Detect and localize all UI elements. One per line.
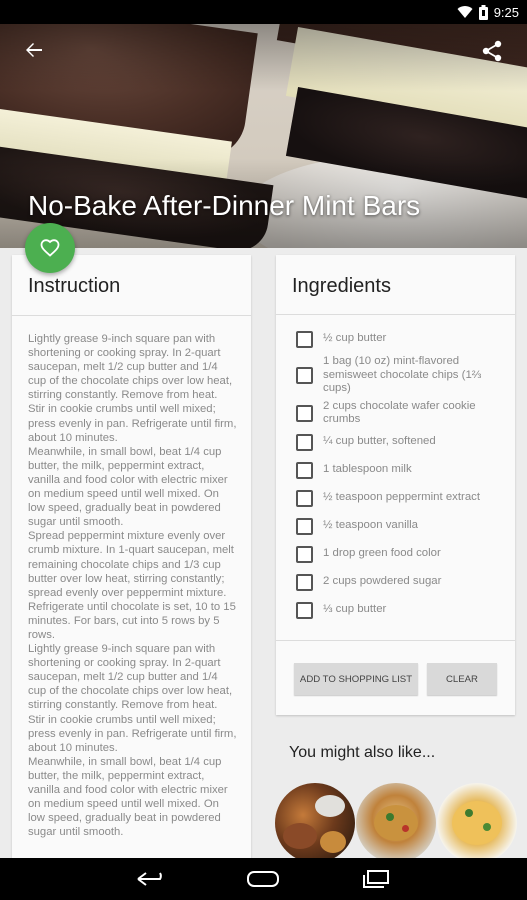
ingredient-checkbox[interactable] [296,601,313,619]
navigation-bar [0,858,527,900]
status-bar: 9:25 [0,0,527,24]
heart-icon [40,239,60,257]
ingredient-item[interactable]: ½ teaspoon vanilla [296,512,505,540]
ingredient-item[interactable]: 1 tablespoon milk [296,456,505,484]
status-time: 9:25 [493,4,519,20]
share-button[interactable] [481,40,505,64]
ingredient-checkbox[interactable] [296,461,313,479]
battery-icon [478,4,488,20]
ingredient-checkbox[interactable] [296,367,313,384]
ingredient-checkbox[interactable] [296,330,313,348]
ingredient-item[interactable]: 2 cups powdered sugar [296,568,505,596]
ingredient-checkbox[interactable] [296,433,313,451]
nav-back-icon[interactable] [136,870,168,888]
ingredient-label: ¼ cup butter, softened [323,435,436,448]
suggestion-thumbnail-1[interactable] [275,783,355,863]
ingredient-item[interactable]: 2 cups chocolate wafer cookie crumbs [296,398,505,428]
share-icon [482,40,502,62]
ingredients-card: Ingredients ½ cup butter 1 bag (10 oz) m… [276,255,515,715]
favorite-button[interactable] [25,223,75,273]
ingredient-checkbox[interactable] [296,545,313,563]
ingredient-checkbox[interactable] [296,573,313,591]
wifi-icon [457,6,473,19]
nav-recents-icon[interactable] [362,870,390,888]
suggestions-heading: You might also like... [289,744,436,761]
suggestion-thumbnail-3[interactable] [437,783,517,863]
ingredient-checkbox[interactable] [296,517,313,535]
instruction-card: Instruction Lightly grease 9-inch square… [12,255,251,858]
ingredients-heading: Ingredients [292,275,391,297]
ingredient-checkbox[interactable] [296,404,313,422]
ingredients-list: ½ cup butter 1 bag (10 oz) mint-flavored… [276,315,515,624]
ingredient-label: 1 bag (10 oz) mint-flavored semisweet ch… [323,355,482,395]
ingredient-item[interactable]: ⅓ cup butter [296,596,505,624]
ingredient-label: 2 cups chocolate wafer cookie crumbs [323,399,476,426]
ingredient-label: ⅓ cup butter [323,603,387,616]
ingredient-label: ½ cup butter [323,332,387,345]
ingredient-label: 1 drop green food color [323,547,441,560]
arrow-back-icon [26,43,42,57]
recipe-title: No-Bake After-Dinner Mint Bars [28,190,421,221]
ingredients-actions: ADD TO SHOPPING LIST CLEAR [276,640,515,716]
ingredient-label: ½ teaspoon peppermint extract [323,491,481,504]
ingredient-item[interactable]: ¼ cup butter, softened [296,428,505,456]
status-icons: 9:25 [457,4,519,20]
ingredient-label: 2 cups powdered sugar [323,575,442,588]
ingredient-checkbox[interactable] [296,489,313,507]
ingredient-item[interactable]: 1 bag (10 oz) mint-flavored semisweet ch… [296,353,505,398]
back-button[interactable] [22,40,46,64]
nav-home-icon[interactable] [246,869,280,889]
suggestion-thumbnail-2[interactable] [356,783,436,863]
ingredient-label: 1 tablespoon milk [323,463,412,476]
clear-button[interactable]: CLEAR [427,663,497,695]
ingredient-item[interactable]: ½ teaspoon peppermint extract [296,484,505,512]
instruction-text: Lightly grease 9-inch square pan with sh… [28,333,237,839]
ingredient-label: ½ teaspoon vanilla [323,519,418,532]
ingredient-item[interactable]: ½ cup butter [296,325,505,353]
ingredient-item[interactable]: 1 drop green food color [296,540,505,568]
add-to-shopping-list-button[interactable]: ADD TO SHOPPING LIST [294,663,418,695]
